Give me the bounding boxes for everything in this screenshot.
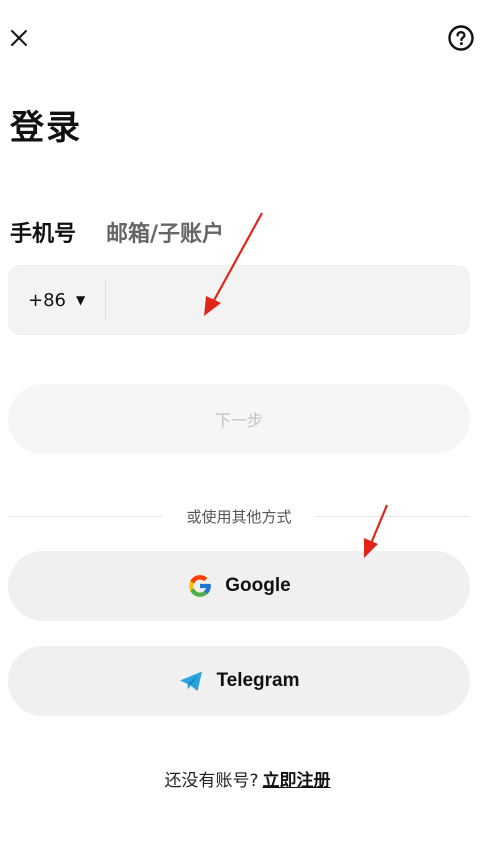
help-button[interactable]: [447, 24, 475, 52]
divider-line-right: [315, 515, 471, 517]
help-circle-icon: [448, 25, 474, 51]
country-code-select[interactable]: +86 ▼: [8, 265, 105, 335]
telegram-label: Telegram: [216, 670, 300, 691]
divider-line-left: [8, 515, 163, 517]
page-title: 登录: [10, 108, 82, 148]
signup-prompt: 还没有账号?: [164, 771, 259, 791]
login-method-tabs: 手机号 邮箱/子账户: [10, 218, 224, 254]
divider-text: 或使用其他方式: [186, 507, 292, 526]
close-icon: [11, 30, 27, 46]
signup-link[interactable]: 立即注册: [263, 771, 331, 791]
tab-phone[interactable]: 手机号: [10, 218, 76, 254]
next-button[interactable]: 下一步: [8, 384, 470, 454]
signup-row: 还没有账号? 立即注册: [0, 766, 495, 791]
close-button[interactable]: [4, 22, 36, 54]
caret-down-icon: ▼: [76, 293, 86, 307]
google-icon: [189, 575, 212, 597]
phone-field: +86 ▼: [8, 265, 470, 335]
phone-input[interactable]: [106, 265, 470, 335]
google-label: Google: [225, 575, 291, 596]
login-page: 登录 手机号 邮箱/子账户 +86 ▼ 下一步 或使用其他方式 Google T…: [0, 0, 495, 846]
telegram-icon: [180, 671, 203, 691]
country-code-value: +86: [28, 289, 66, 311]
or-divider: 或使用其他方式: [8, 505, 471, 527]
top-bar: [0, 22, 495, 58]
google-login-button[interactable]: Google: [8, 551, 470, 621]
tab-email-subaccount[interactable]: 邮箱/子账户: [106, 218, 224, 254]
telegram-login-button[interactable]: Telegram: [8, 646, 470, 716]
